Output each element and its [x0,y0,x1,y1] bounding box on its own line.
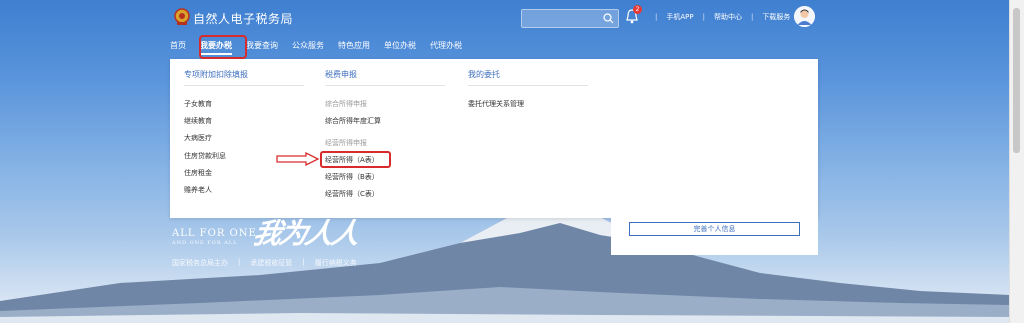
tax-emblem-icon[interactable] [174,8,190,26]
column-tax-declaration: 税费申报 [325,59,445,86]
avatar-icon [794,6,815,27]
link-divider: | [750,13,754,21]
search-input[interactable] [521,9,619,28]
page-scrollbar[interactable] [1009,0,1024,323]
tagline-divider: | [302,258,305,266]
search-icon[interactable] [603,13,614,24]
mobile-app-link[interactable]: 手机APP [666,12,693,22]
download-service-link[interactable]: 下载服务 [762,12,790,22]
column-heading[interactable]: 专项附加扣除填报 [184,59,304,86]
tagline-part: 承建税收征管 [250,259,293,267]
menu-item-annual-settlement[interactable]: 综合所得年度汇算 [325,116,381,126]
menu-item-business-income-b[interactable]: 经营所得（B表） [325,172,379,182]
nav-special-apps[interactable]: 特色应用 [338,40,370,55]
nav-public-service[interactable]: 公众服务 [292,40,324,55]
menu-item-serious-illness[interactable]: 大病医疗 [184,133,212,143]
slogan-chinese: 我为人人 [250,217,362,250]
column-my-delegation: 我的委托 [468,59,588,86]
red-arrow-icon [276,152,320,166]
menu-item-business-income[interactable]: 经营所得申报 [325,138,367,148]
nav-agent-tax[interactable]: 代理办税 [430,40,462,55]
link-divider: | [655,13,658,21]
scrollbar-thumb[interactable] [1013,8,1020,153]
top-header: 自然人电子税务局 2 | 手机APP | 帮助中心 | 下载服务 [0,0,1010,60]
complete-profile-button[interactable]: 完善个人信息 [629,222,800,236]
tagline-part: 履行纳税义务 [314,259,357,267]
nav-dropdown-panel: 专项附加扣除填报 子女教育 继续教育 大病医疗 住房贷款利息 住房租金 赡养老人… [170,59,818,218]
slogan-english-line1: ALL FOR ONE [172,228,257,239]
menu-item-business-income-c[interactable]: 经营所得（C表） [325,189,379,199]
menu-item-housing-loan[interactable]: 住房贷款利息 [184,151,226,161]
menu-item-red-highlight-box [320,151,391,168]
menu-item-children-education[interactable]: 子女教育 [184,99,212,109]
link-divider: | [702,13,705,21]
nav-home[interactable]: 首页 [170,40,186,55]
nav-query[interactable]: 我要查询 [246,40,278,55]
user-avatar[interactable] [794,6,815,27]
column-heading[interactable]: 税费申报 [325,59,445,86]
tagline-part: 国家税务总局主办 [172,259,228,267]
column-special-deduction: 专项附加扣除填报 [184,59,304,86]
tagline-divider: | [238,258,241,266]
menu-item-elderly-support[interactable]: 赡养老人 [184,185,212,195]
menu-item-continuing-education[interactable]: 继续教育 [184,116,212,126]
nav-red-highlight-box [199,35,247,59]
help-center-link[interactable]: 帮助中心 [714,12,742,22]
slogan-english-line2: AND ONE FOR ALL [172,240,238,246]
top-links: | 手机APP | 帮助中心 | 下载服务 [646,12,790,22]
nav-unit-tax[interactable]: 单位办税 [384,40,416,55]
menu-item-housing-rent[interactable]: 住房租金 [184,168,212,178]
site-title[interactable]: 自然人电子税务局 [193,10,293,27]
hero-tagline: 国家税务总局主办 | 承建税收征管 | 履行纳税义务 [172,258,357,268]
menu-item-delegation-management[interactable]: 委托代理关系管理 [468,99,524,109]
notification-badge: 2 [633,5,642,14]
menu-item-comprehensive-income[interactable]: 综合所得申报 [325,99,367,109]
column-heading[interactable]: 我的委托 [468,59,588,86]
